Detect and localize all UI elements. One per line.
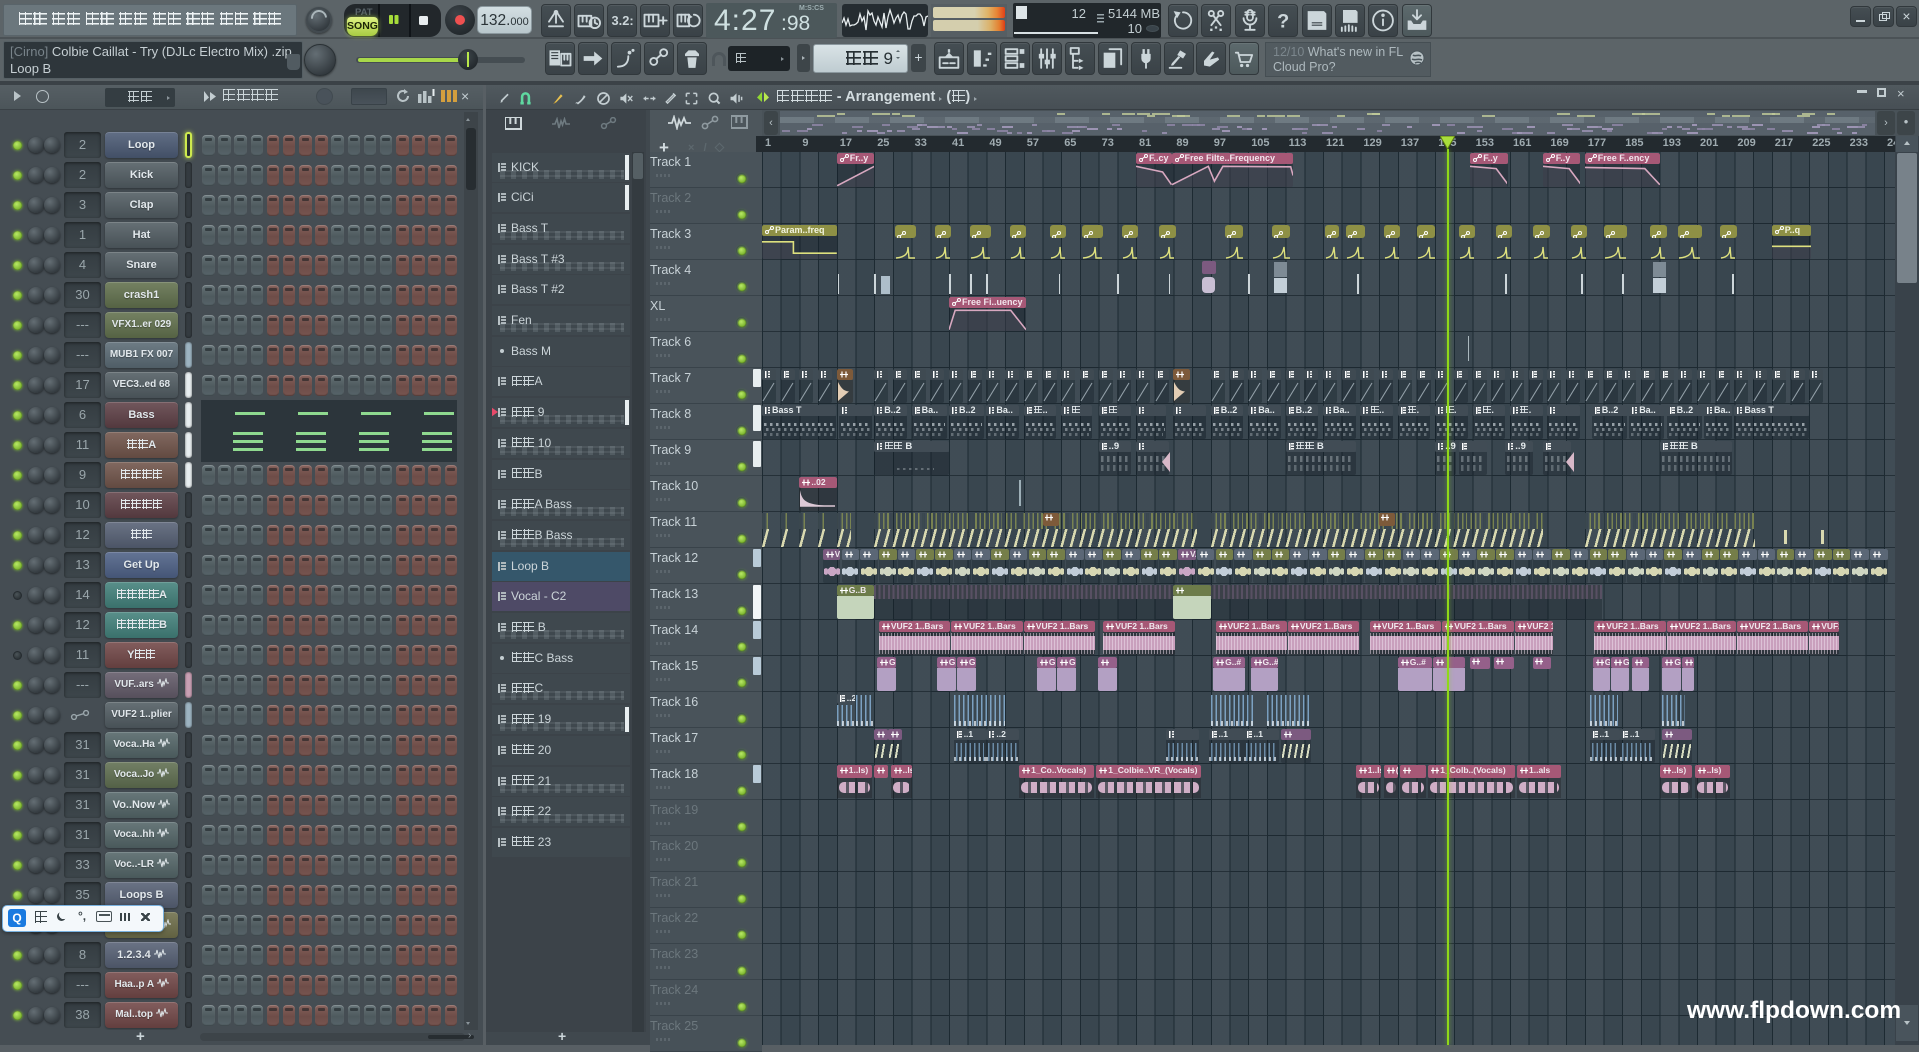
- svg-text:?: ?: [1277, 11, 1289, 33]
- svg-text:3.2:: 3.2:: [612, 13, 634, 28]
